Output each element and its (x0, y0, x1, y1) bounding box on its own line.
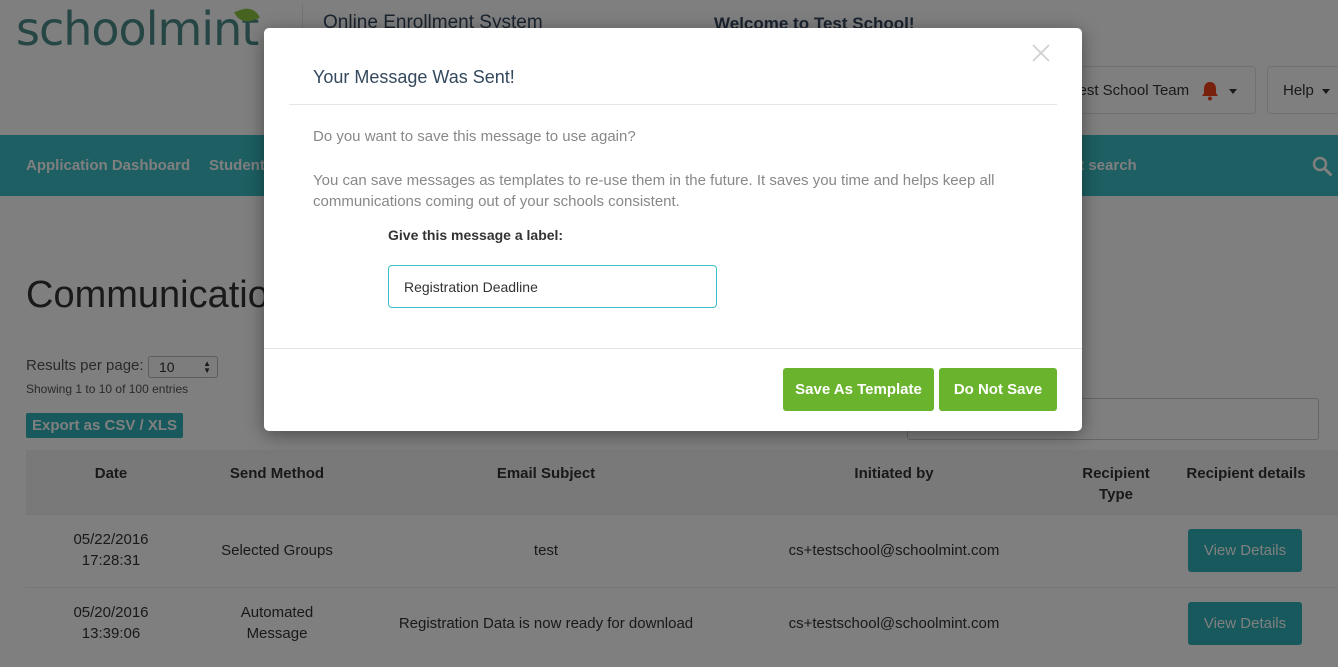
label-caption: Give this message a label: (388, 227, 564, 243)
modal-footer-divider (264, 348, 1082, 349)
modal-description: You can save messages as templates to re… (313, 172, 995, 210)
close-icon[interactable] (1030, 42, 1052, 64)
modal-title: Your Message Was Sent! (313, 67, 515, 87)
template-label-input[interactable] (388, 265, 717, 308)
modal-question: Do you want to save this message to use … (313, 128, 636, 145)
modal-divider (289, 104, 1057, 105)
save-as-template-button[interactable]: Save As Template (783, 368, 934, 411)
save-template-modal: Your Message Was Sent! Do you want to sa… (264, 28, 1082, 431)
do-not-save-button[interactable]: Do Not Save (939, 368, 1057, 411)
